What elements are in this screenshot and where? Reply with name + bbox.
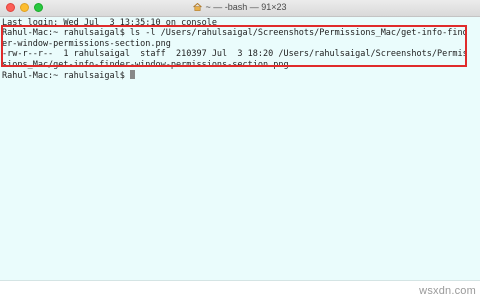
title-bar[interactable]: ~ — -bash — 91×23 [0,0,480,17]
shell-prompt: Rahul-Mac:~ rahulsaigal$ [2,70,130,81]
prompt-line[interactable]: Rahul-Mac:~ rahulsaigal$ [2,69,478,81]
highlight-box [1,25,467,67]
terminal-window: ~ — -bash — 91×23 Last login: Wed Jul 3 … [0,0,480,281]
text-cursor [129,69,135,79]
watermark: wsxdn.com [419,285,476,297]
window-title-text: ~ — -bash — 91×23 [205,2,287,12]
home-folder-icon [193,2,203,13]
window-title: ~ — -bash — 91×23 [0,2,480,13]
